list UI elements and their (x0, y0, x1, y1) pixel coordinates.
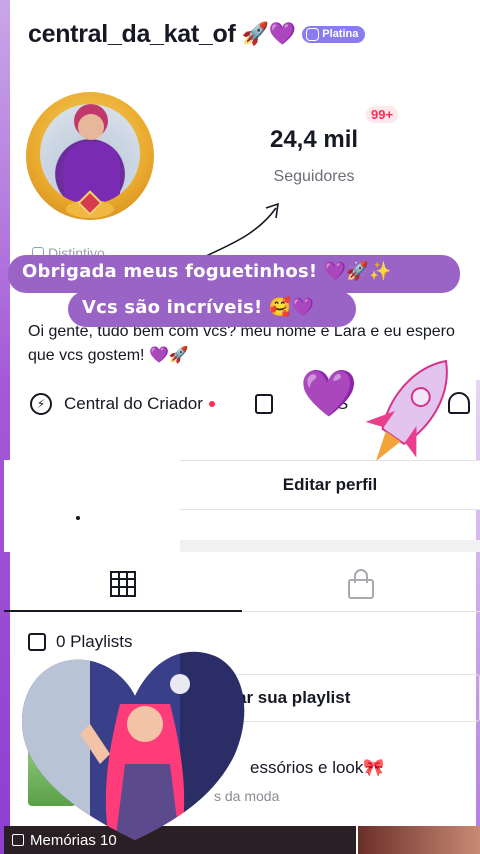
badge-icon (306, 27, 320, 41)
overlay-text-line-2: Vcs são incríveis! 🥰💜 (68, 291, 356, 327)
left-edge-decoration (0, 0, 10, 854)
username: central_da_kat_of (28, 19, 236, 48)
video-thumbnail[interactable] (358, 826, 480, 854)
overlay-text-line-1: Obrigada meus foguetinhos! 💜🚀✨ (8, 255, 460, 293)
followers-stat[interactable]: 24,4 mil Seguidores (244, 126, 384, 186)
lock-icon (348, 568, 374, 599)
followers-count: 24,4 mil (269, 126, 359, 153)
grid-icon (110, 570, 136, 597)
tab-videos[interactable] (4, 556, 242, 612)
heart-photo-sticker (21, 651, 245, 840)
username-emojis: 🚀💜 (241, 21, 297, 47)
creator-center-link[interactable]: Central do Criador (64, 394, 203, 414)
rocket-sticker (365, 359, 448, 461)
blank-area (4, 460, 180, 552)
avatar-photo (40, 104, 140, 204)
shopping-bag-icon[interactable] (254, 394, 273, 414)
profile-header: central_da_kat_of 🚀💜 Platina (28, 14, 366, 54)
content-tabs (4, 556, 480, 612)
platina-badge[interactable]: Platina (302, 25, 366, 43)
purple-heart-sticker: 💜 (300, 366, 358, 420)
playlist-title: essórios e look🎀 (250, 758, 385, 777)
notification-badge[interactable]: 99+ (366, 106, 399, 123)
creator-center-icon[interactable]: ⚡ (30, 393, 52, 415)
followers-label: Seguidores (273, 168, 355, 185)
tab-private[interactable] (242, 556, 480, 611)
platina-badge-label: Platina (322, 28, 359, 40)
creator-red-dot (208, 401, 215, 407)
avatar[interactable] (26, 92, 154, 220)
